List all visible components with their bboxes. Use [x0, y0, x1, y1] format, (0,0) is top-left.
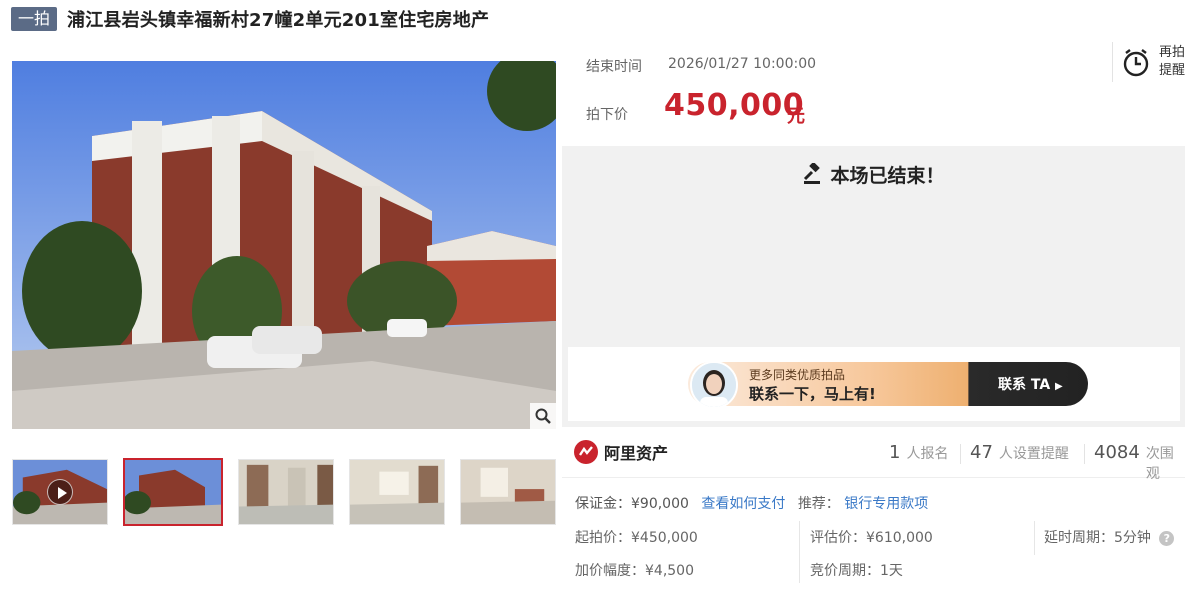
- valuation: 评估价：¥610,000: [810, 530, 933, 546]
- how-to-pay-link[interactable]: 查看如何支付: [701, 496, 785, 512]
- play-icon: [47, 479, 73, 505]
- agent-avatar: [690, 361, 738, 409]
- contact-button[interactable]: 联系 TA ▶: [998, 374, 1063, 394]
- title-row: 一拍 浦江县岩头镇幸福新村27幢2单元201室住宅房地产: [11, 6, 489, 32]
- status-row: 本场已结束！: [562, 161, 1185, 188]
- thumbnail-video[interactable]: [12, 459, 108, 525]
- round-badge: 一拍: [11, 7, 58, 31]
- ali-assets-logo-icon: [574, 440, 598, 464]
- zoom-button[interactable]: [530, 403, 556, 429]
- auction-page: 一拍 浦江县岩头镇幸福新村27幢2单元201室住宅房地产 结束时间 2026/0…: [0, 0, 1185, 589]
- signups-stat: 1 人报名: [889, 442, 948, 463]
- brand-name: 阿里资产: [604, 444, 669, 463]
- thumbnail-photo-3[interactable]: [349, 459, 445, 525]
- divider: [960, 444, 961, 464]
- price-unit: 元: [787, 106, 805, 127]
- remind-button[interactable]: 再拍提醒: [1112, 42, 1185, 82]
- thumbnail-photo-4[interactable]: [460, 459, 556, 525]
- thumbnail-photo-1[interactable]: [123, 458, 223, 526]
- increment: 加价幅度：¥4,500: [575, 563, 694, 579]
- reminders-stat: 47 人设置提醒: [970, 442, 1069, 463]
- brand[interactable]: 阿里资产: [574, 440, 668, 464]
- page-title: 浦江县岩头镇幸福新村27幢2单元201室住宅房地产: [67, 10, 490, 31]
- caret-right-icon: ▶: [1055, 381, 1063, 392]
- price-value: 450,000: [664, 88, 805, 123]
- end-time-label: 结束时间: [586, 59, 642, 75]
- thumbnail-photo-2[interactable]: [238, 459, 334, 525]
- recommend-link[interactable]: 银行专用款项: [844, 496, 928, 512]
- stats-row: 阿里资产 1 人报名 47 人设置提醒 4084 次围观: [562, 430, 1185, 482]
- promo-line2: 联系一下，马上有!: [749, 385, 876, 403]
- delay-period: 延时周期：5分钟: [1044, 530, 1151, 546]
- end-time-value: 2026/01/27 10:00:00: [668, 56, 817, 72]
- bid-cycle: 竞价周期：1天: [810, 563, 903, 579]
- status-panel: 本场已结束！ 更多同类优质拍品 联系一下，马上有! 联系 TA ▶: [562, 146, 1185, 427]
- reminders-count: 47: [970, 442, 993, 463]
- views-count: 4084: [1094, 442, 1140, 463]
- promo-line1: 更多同类优质拍品: [749, 368, 846, 382]
- alarm-clock-icon: [1123, 49, 1149, 77]
- deposit-row: 保证金：¥90,000 查看如何支付 推荐： 银行专用款项: [575, 493, 928, 513]
- price-label: 拍下价: [586, 107, 628, 123]
- gavel-icon: [804, 161, 821, 184]
- recommend-label: 推荐：: [797, 496, 840, 512]
- magnifier-icon: [535, 408, 551, 424]
- divider: [1084, 444, 1085, 464]
- main-photo[interactable]: [12, 61, 556, 429]
- divider: [1034, 521, 1035, 555]
- divider: [799, 521, 800, 583]
- reminders-label: 人设置提醒: [998, 446, 1069, 462]
- deposit: 保证金：¥90,000: [575, 496, 689, 512]
- signups-label: 人报名: [906, 446, 949, 462]
- contact-label: 联系 TA: [998, 377, 1051, 393]
- signups-count: 1: [889, 442, 901, 463]
- promo-banner[interactable]: 更多同类优质拍品 联系一下，马上有! 联系 TA ▶: [568, 347, 1180, 421]
- help-icon[interactable]: ?: [1159, 531, 1175, 546]
- delay-row: 延时周期：5分钟 ?: [1044, 527, 1175, 547]
- status-text: 本场已结束！: [830, 165, 945, 187]
- start-price: 起拍价：¥450,000: [575, 530, 698, 546]
- thumbnail-strip: [12, 458, 571, 526]
- remind-label: 再拍提醒: [1159, 45, 1185, 78]
- views-label: 次围观: [1145, 446, 1174, 482]
- auction-summary: 结束时间 2026/01/27 10:00:00 拍下价 450,000 元 再…: [562, 42, 1185, 145]
- building-photo: [12, 61, 556, 429]
- views-stat: 4084 次围观: [1094, 442, 1185, 483]
